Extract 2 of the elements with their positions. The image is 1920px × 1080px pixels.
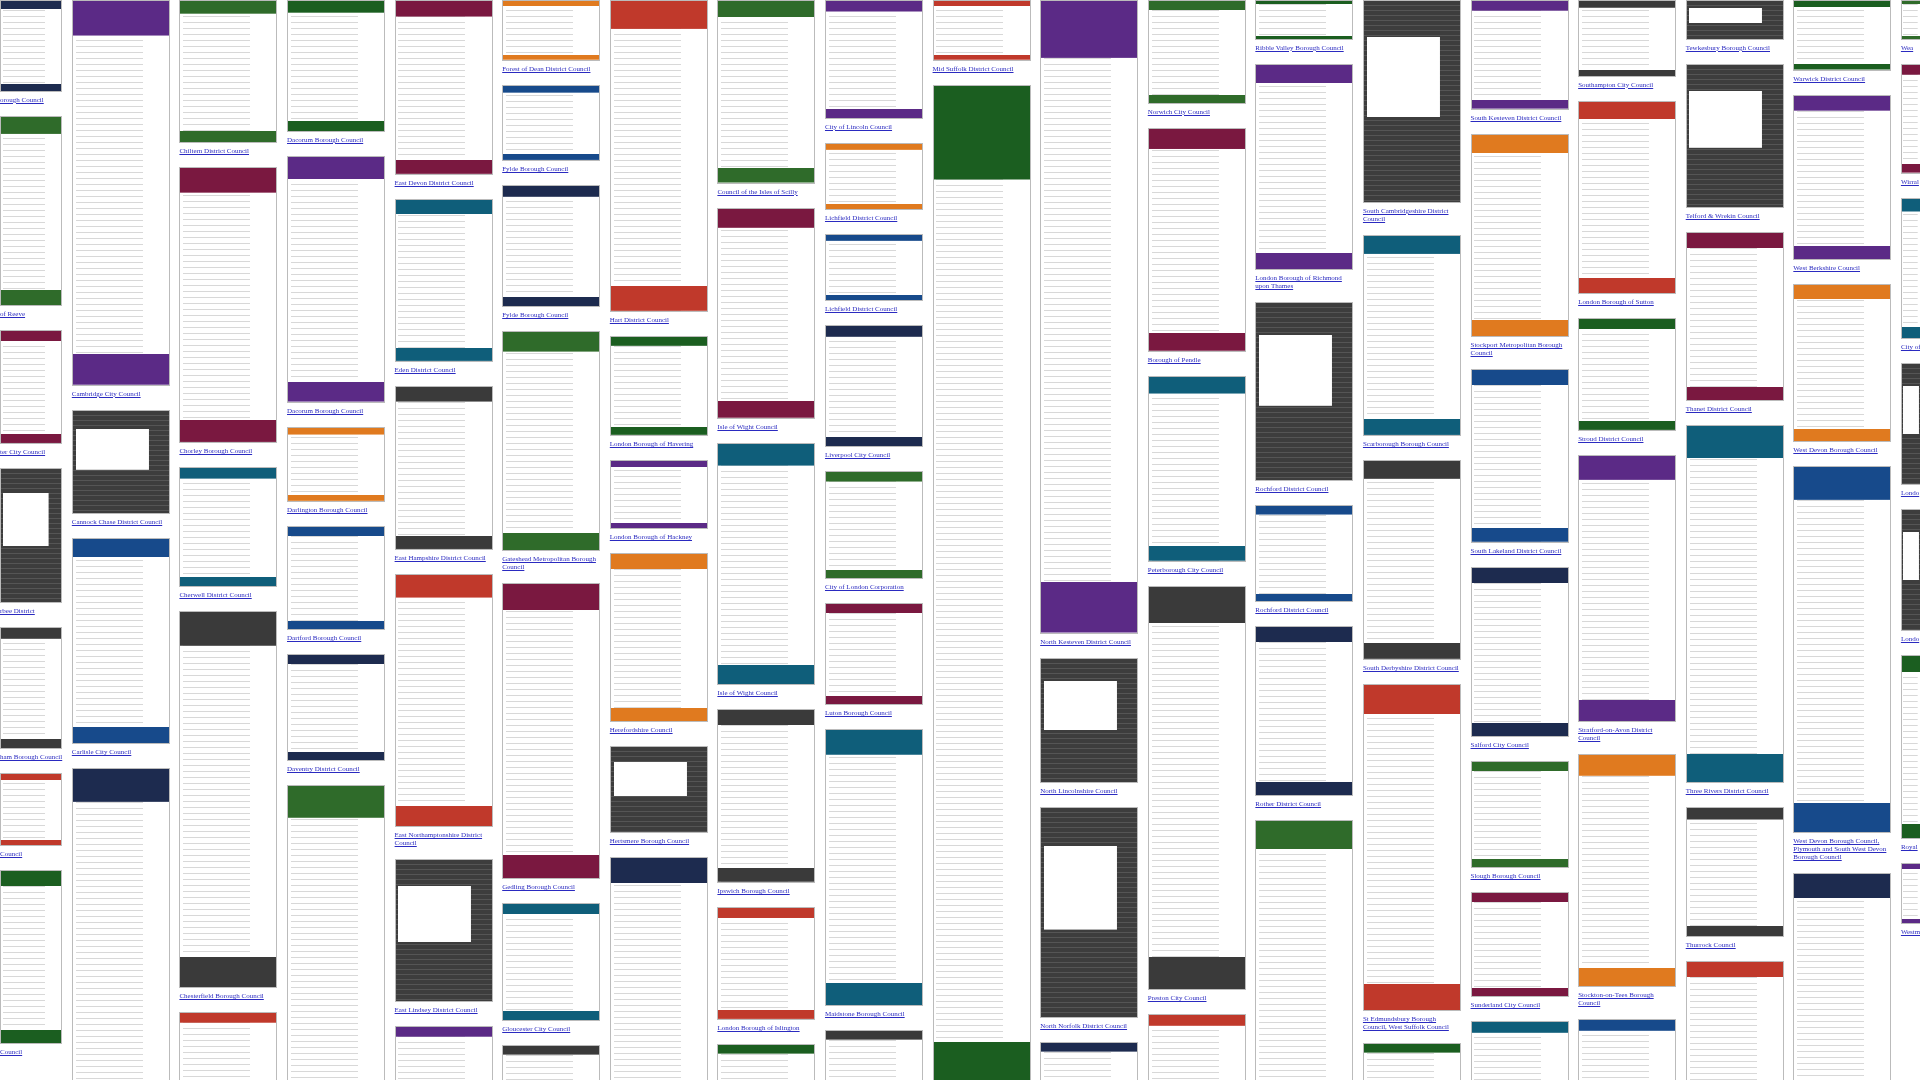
website-screenshot bbox=[1900, 0, 1920, 40]
website-screenshot bbox=[1900, 863, 1920, 925]
